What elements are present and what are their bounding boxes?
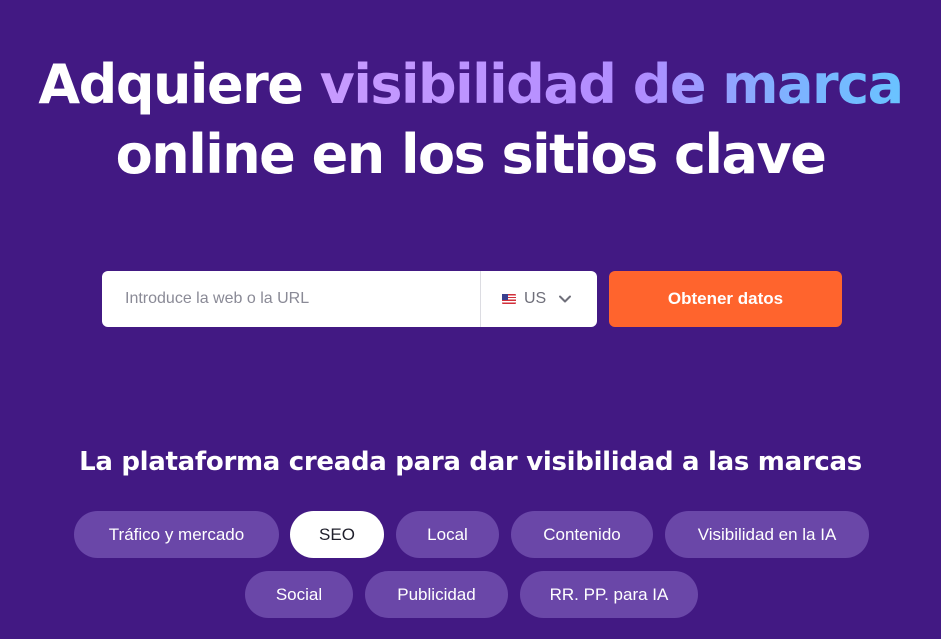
chip-contenido[interactable]: Contenido [511, 511, 653, 558]
chip-seo[interactable]: SEO [290, 511, 384, 558]
hero-title-part2: online en los sitios clave [115, 123, 827, 186]
database-code: US [524, 290, 547, 307]
hero-title-part1: Adquiere [38, 53, 320, 116]
get-data-button[interactable]: Obtener datos [609, 271, 842, 327]
hero-title: Adquiere visibilidad de marca online en … [0, 50, 941, 190]
chip-social[interactable]: Social [245, 571, 353, 618]
url-input[interactable] [102, 271, 480, 327]
page: Adquiere visibilidad de marca online en … [0, 0, 941, 639]
chevron-down-icon [559, 295, 572, 303]
chip-visibilidad-en-la-ia[interactable]: Visibilidad en la IA [665, 511, 869, 558]
chip-rr-pp-para-ia[interactable]: RR. PP. para IA [520, 571, 698, 618]
platform-subtitle: La plataforma creada para dar visibilida… [79, 447, 862, 477]
us-flag-icon [502, 294, 516, 304]
hero-title-accent: visibilidad de marca [319, 53, 904, 116]
chip-publicidad[interactable]: Publicidad [365, 571, 508, 618]
database-select[interactable]: US [480, 271, 597, 327]
chip-local[interactable]: Local [396, 511, 499, 558]
chip-trafico-y-mercado[interactable]: Tráfico y mercado [74, 511, 279, 558]
search-box: US [102, 271, 597, 327]
